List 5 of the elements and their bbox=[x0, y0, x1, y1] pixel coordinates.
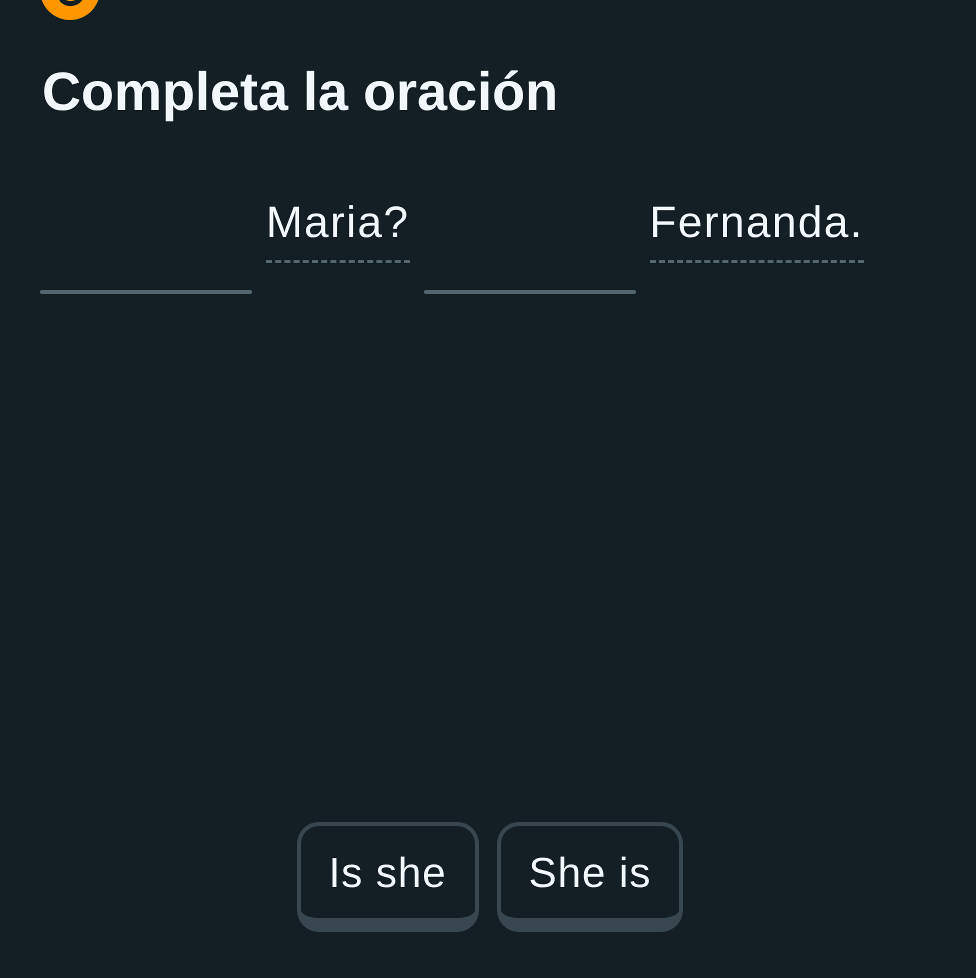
hint-word[interactable]: Fernanda. bbox=[650, 200, 864, 263]
page-title: Completa la oración bbox=[42, 62, 558, 122]
word-option-button[interactable]: She is bbox=[496, 822, 684, 932]
word-option-button[interactable]: Is she bbox=[296, 822, 479, 932]
hint-word[interactable]: Maria? bbox=[266, 200, 410, 263]
